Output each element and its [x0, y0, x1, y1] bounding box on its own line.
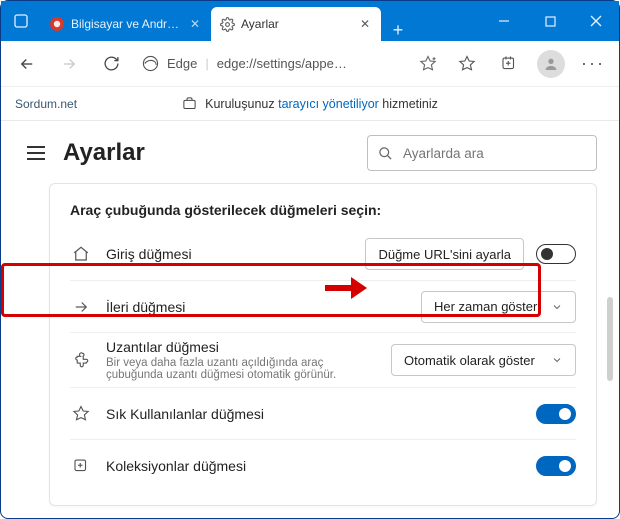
close-icon[interactable]: ✕ — [187, 16, 203, 32]
browser-toolbar: Edge | edge://settings/appe… ··· — [1, 41, 619, 87]
maximize-button[interactable] — [527, 1, 573, 41]
browser-tab-inactive[interactable]: Bilgisayar ve Android ✕ — [41, 7, 211, 41]
new-tab-button[interactable]: + — [381, 20, 415, 41]
row-label: Uzantılar düğmesi — [106, 339, 377, 355]
browser-tab-active[interactable]: Ayarlar ✕ — [211, 7, 381, 41]
puzzle-icon — [70, 351, 92, 369]
forward-visibility-dropdown[interactable]: Her zaman göster — [421, 291, 576, 323]
star-icon — [70, 405, 92, 423]
scrollbar-thumb[interactable] — [607, 297, 613, 381]
row-forward-button: İleri düğmesi Her zaman göster — [70, 280, 576, 332]
row-home-button: Giriş düğmesi Düğme URL'sini ayarla — [70, 228, 576, 280]
favorites-toggle[interactable] — [536, 404, 576, 424]
watermark-text: Sordum.net — [15, 97, 77, 111]
minimize-button[interactable] — [481, 1, 527, 41]
row-collections-button: Koleksiyonlar düğmesi — [70, 439, 576, 491]
back-button[interactable] — [9, 46, 45, 82]
separator: | — [205, 56, 208, 71]
reload-button[interactable] — [93, 46, 129, 82]
window-tab-overview-icon[interactable] — [1, 13, 41, 29]
settings-search-input[interactable] — [403, 146, 586, 161]
forward-button — [51, 46, 87, 82]
set-home-url-button[interactable]: Düğme URL'sini ayarla — [365, 238, 524, 270]
arrow-right-icon — [70, 298, 92, 316]
row-extensions-button: Uzantılar düğmesi Bir veya daha fazla uz… — [70, 332, 576, 387]
window-titlebar: Bilgisayar ve Android ✕ Ayarlar ✕ + — [1, 1, 619, 41]
briefcase-icon — [182, 96, 197, 111]
row-label: Giriş düğmesi — [106, 246, 351, 262]
card-title: Araç çubuğunda gösterilecek düğmeleri se… — [70, 202, 576, 218]
avatar-icon — [537, 50, 565, 78]
row-description: Bir veya daha fazla uzantı açıldığında a… — [106, 357, 377, 381]
chevron-down-icon — [551, 354, 563, 366]
row-label: İleri düğmesi — [106, 299, 407, 315]
row-favorites-button: Sık Kullanılanlar düğmesi — [70, 387, 576, 439]
search-icon — [378, 146, 393, 161]
settings-search[interactable] — [367, 135, 597, 171]
collections-button[interactable] — [491, 46, 527, 82]
managed-link[interactable]: tarayıcı yönetiliyor — [278, 97, 379, 111]
address-url: edge://settings/appe… — [217, 56, 347, 71]
home-toggle[interactable] — [536, 244, 576, 264]
managed-text: Kuruluşunuz tarayıcı yönetiliyor hizmeti… — [205, 97, 438, 111]
row-label: Koleksiyonlar düğmesi — [106, 458, 522, 474]
address-bar[interactable]: Edge | edge://settings/appe… — [135, 55, 443, 73]
menu-button[interactable]: ··· — [575, 46, 611, 82]
collections-icon — [70, 457, 92, 475]
toolbar-buttons-card: Araç çubuğunda gösterilecek düğmeleri se… — [49, 183, 597, 506]
collections-toggle[interactable] — [536, 456, 576, 476]
tab-label: Bilgisayar ve Android — [71, 17, 181, 31]
close-icon[interactable]: ✕ — [357, 16, 373, 32]
gear-icon — [219, 16, 235, 32]
tab-label: Ayarlar — [241, 17, 351, 31]
address-product-label: Edge — [167, 56, 197, 71]
window-controls — [481, 1, 619, 41]
tab-strip: Bilgisayar ve Android ✕ Ayarlar ✕ + — [41, 1, 415, 41]
favorites-button[interactable] — [449, 46, 485, 82]
page-header: Ayarlar — [1, 121, 619, 183]
home-icon — [70, 245, 92, 263]
close-window-button[interactable] — [573, 1, 619, 41]
row-label: Sık Kullanılanlar düğmesi — [106, 406, 522, 422]
edge-logo-icon — [141, 55, 159, 73]
page-title: Ayarlar — [63, 139, 145, 167]
profile-button[interactable] — [533, 46, 569, 82]
chevron-down-icon — [551, 301, 563, 313]
hamburger-menu-button[interactable] — [23, 140, 49, 166]
extensions-visibility-dropdown[interactable]: Otomatik olarak göster — [391, 344, 576, 376]
add-favorite-icon[interactable] — [419, 55, 437, 73]
favicon-red-icon — [49, 16, 65, 32]
managed-banner: Sordum.net Kuruluşunuz tarayıcı yönetili… — [1, 87, 619, 121]
